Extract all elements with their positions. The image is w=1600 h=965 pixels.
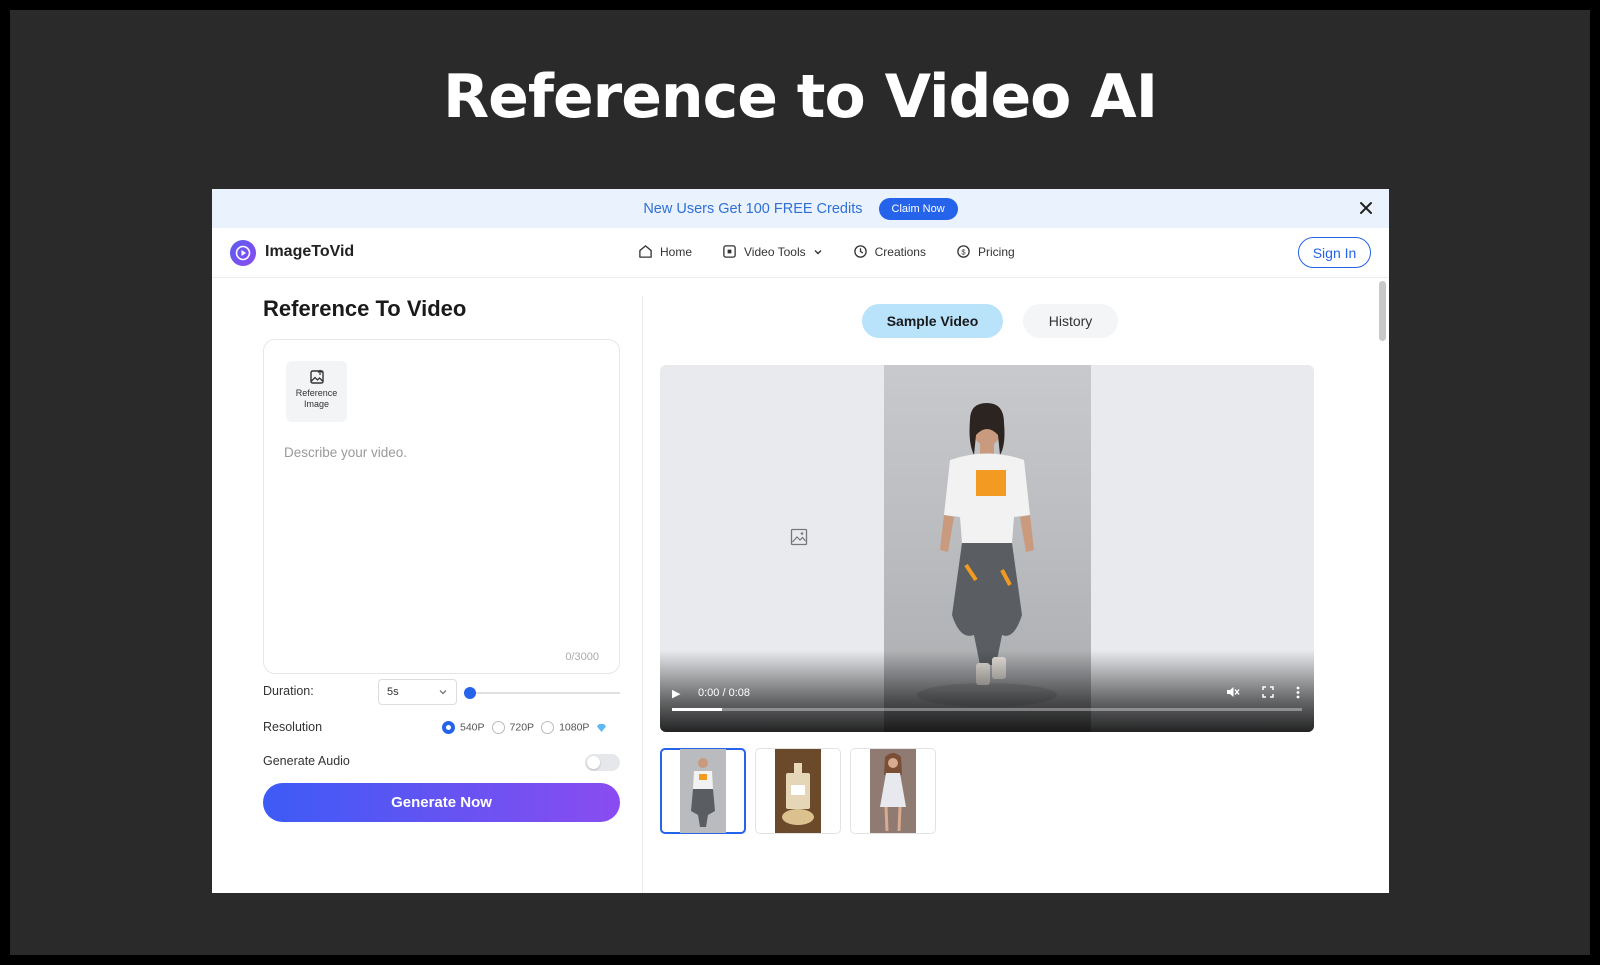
close-icon[interactable] xyxy=(1355,197,1377,219)
nav-video-tools-label: Video Tools xyxy=(744,244,806,259)
nav-home[interactable]: Home xyxy=(638,244,692,259)
panel-divider xyxy=(642,296,643,893)
preview-tabs: Sample Video History xyxy=(862,304,1118,338)
duration-slider[interactable] xyxy=(464,687,620,699)
image-upload-icon xyxy=(309,369,324,384)
video-controls: ▶ 0:00 / 0:08 xyxy=(660,650,1314,732)
mute-icon[interactable] xyxy=(1226,685,1240,699)
top-nav: ImageToVid Home Video Tools Creations $ … xyxy=(212,228,1389,278)
tab-history[interactable]: History xyxy=(1023,304,1118,338)
video-tools-icon xyxy=(723,245,736,258)
claim-now-button[interactable]: Claim Now xyxy=(878,197,958,220)
promo-banner: New Users Get 100 FREE Credits Claim Now xyxy=(212,189,1389,228)
nav-video-tools[interactable]: Video Tools xyxy=(722,244,823,259)
chevron-down-icon xyxy=(439,690,447,695)
resolution-1080p[interactable]: 1080P xyxy=(541,721,589,734)
pricing-icon: $ xyxy=(957,245,970,258)
nav-creations-label: Creations xyxy=(874,244,926,259)
nav-pricing[interactable]: $ Pricing xyxy=(956,244,1015,259)
more-options-icon[interactable] xyxy=(1296,686,1300,699)
duration-value: 5s xyxy=(387,686,399,698)
thumbnail-fashion-model[interactable] xyxy=(660,748,746,834)
generate-now-button[interactable]: Generate Now xyxy=(263,783,620,822)
radio-720p[interactable] xyxy=(491,721,505,734)
prompt-box: Reference Image 0/3000 xyxy=(263,339,620,674)
resolution-options: 540P 720P 1080P xyxy=(442,721,607,734)
resolution-1080p-label: 1080P xyxy=(559,721,590,734)
tab-sample-video[interactable]: Sample Video xyxy=(862,304,1003,338)
home-icon xyxy=(639,245,652,258)
resolution-540p[interactable]: 540P xyxy=(442,721,485,734)
video-player[interactable]: ▶ 0:00 / 0:08 xyxy=(660,365,1314,732)
slider-thumb[interactable] xyxy=(464,687,476,699)
reference-image-label: Reference Image xyxy=(295,388,338,409)
slide-headline: Reference to Video AI xyxy=(442,62,1158,132)
perfume-bottle-thumbnail xyxy=(775,749,821,833)
nav-links: Home Video Tools Creations $ Pricing xyxy=(638,244,1015,259)
logo-icon[interactable] xyxy=(230,240,256,266)
brand-name[interactable]: ImageToVid xyxy=(265,243,354,261)
sample-thumbnails xyxy=(660,748,936,834)
generate-audio-toggle[interactable] xyxy=(585,754,620,771)
video-progress-bar[interactable] xyxy=(672,708,1302,711)
browser-window: New Users Get 100 FREE Credits Claim Now… xyxy=(212,189,1389,893)
resolution-540p-label: 540P xyxy=(460,721,485,734)
play-icon[interactable]: ▶ xyxy=(672,687,680,700)
nav-pricing-label: Pricing xyxy=(977,244,1015,259)
duration-label: Duration: xyxy=(263,684,314,698)
reference-image-button[interactable]: Reference Image xyxy=(286,361,347,422)
duration-select[interactable]: 5s xyxy=(378,679,457,705)
resolution-720p[interactable]: 720P xyxy=(491,721,535,734)
page-title: Reference To Video xyxy=(263,296,467,321)
page-scrollbar[interactable] xyxy=(1379,281,1386,341)
video-time: 0:00 / 0:08 xyxy=(698,687,750,699)
char-counter: 0/3000 xyxy=(565,651,599,663)
image-placeholder-icon xyxy=(790,528,808,546)
fullscreen-icon[interactable] xyxy=(1262,686,1274,698)
video-control-buttons xyxy=(1226,685,1300,699)
promo-text: New Users Get 100 FREE Credits xyxy=(643,200,863,217)
video-progress-fill xyxy=(672,708,723,711)
generate-audio-label: Generate Audio xyxy=(263,754,350,768)
toggle-knob xyxy=(587,756,600,769)
resolution-label: Resolution xyxy=(263,720,323,734)
nav-home-label: Home xyxy=(660,244,693,259)
radio-1080p[interactable] xyxy=(541,721,555,734)
radio-540p[interactable] xyxy=(442,721,455,734)
sign-in-button[interactable]: Sign In xyxy=(1298,237,1371,268)
svg-text:$: $ xyxy=(961,247,966,256)
clock-icon xyxy=(853,245,867,258)
dress-model-thumbnail xyxy=(870,749,916,833)
prompt-input[interactable] xyxy=(284,445,600,625)
resolution-720p-label: 720P xyxy=(509,721,535,734)
fashion-model-thumbnail xyxy=(680,749,726,833)
nav-creations[interactable]: Creations xyxy=(853,244,926,259)
thumbnail-dress-model[interactable] xyxy=(850,748,936,834)
diamond-icon xyxy=(597,723,607,732)
chevron-down-icon xyxy=(814,249,822,254)
thumbnail-perfume[interactable] xyxy=(755,748,841,834)
